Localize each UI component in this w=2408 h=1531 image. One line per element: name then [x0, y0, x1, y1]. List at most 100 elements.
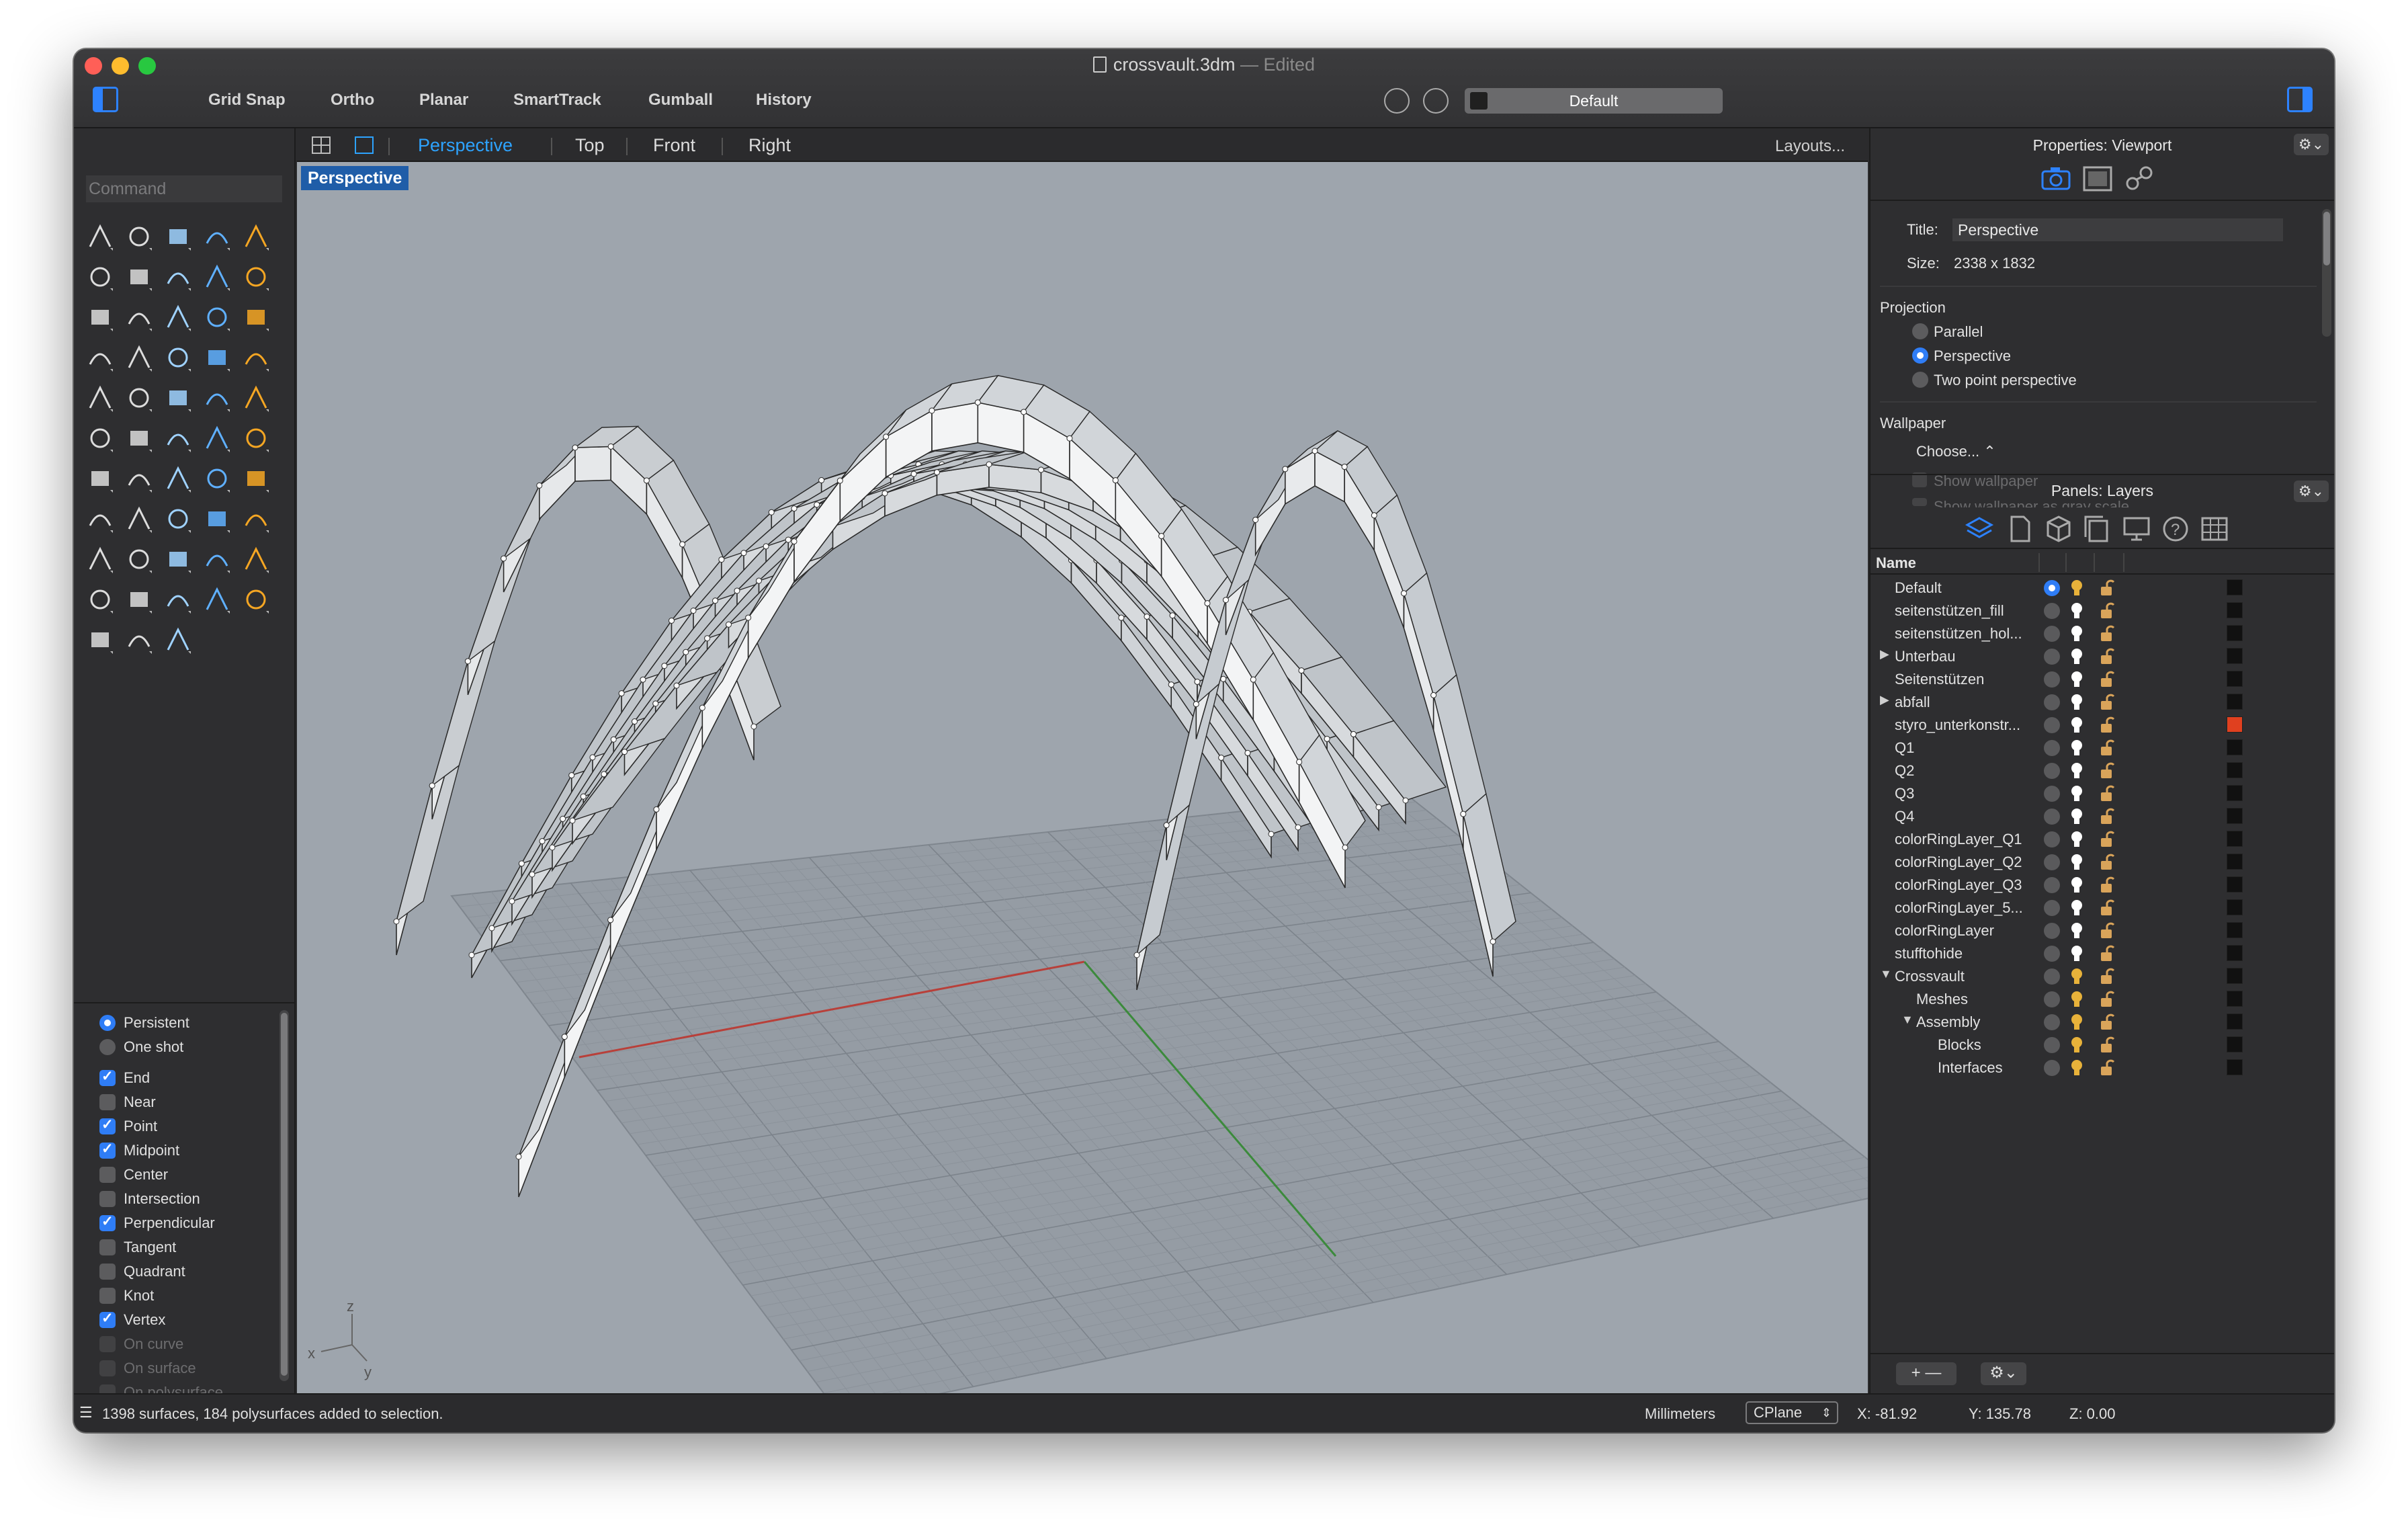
ellipse-icon[interactable] [83, 260, 117, 294]
planar-button[interactable]: Planar [419, 91, 468, 110]
render-icon[interactable] [83, 502, 117, 536]
current-layer-radio[interactable] [2044, 1014, 2060, 1030]
vertex-point[interactable] [929, 407, 935, 414]
layer-name[interactable]: colorRingLayer [1895, 922, 1994, 940]
annotate-icon[interactable] [161, 462, 195, 495]
vertex-point[interactable] [429, 782, 435, 789]
command-input[interactable] [86, 175, 282, 202]
layer-visibility-bulb-icon[interactable] [2069, 830, 2084, 849]
osnap-mode-radio[interactable] [99, 1015, 116, 1031]
car-icon[interactable] [122, 542, 156, 576]
layer-color-swatch[interactable] [2227, 625, 2243, 641]
layer-lock-icon[interactable] [2099, 761, 2115, 780]
layer-name[interactable]: Crossvault [1895, 968, 1965, 985]
layer-row[interactable]: colorRingLayer_Q3 [1870, 873, 2334, 896]
current-layer-radio[interactable] [2044, 1037, 2060, 1053]
grid-snap-button[interactable]: Grid Snap [208, 91, 286, 110]
layer-name[interactable]: Default [1895, 579, 1942, 597]
layers-icon[interactable] [1965, 514, 1994, 544]
layer-visibility-bulb-icon[interactable] [2069, 602, 2084, 620]
layer-name[interactable]: colorRingLayer_Q2 [1895, 854, 2022, 871]
vertex-point[interactable] [1066, 435, 1073, 442]
document-icon[interactable] [2005, 514, 2034, 544]
layer-lock-icon[interactable] [2099, 853, 2115, 872]
current-layer-radio[interactable] [2044, 968, 2060, 985]
osnap-item-7[interactable]: Tangent [99, 1237, 176, 1257]
osnap-item-12[interactable]: On surface [99, 1358, 196, 1378]
four-viewports-icon[interactable] [312, 136, 331, 154]
layer-lock-icon[interactable] [2099, 693, 2115, 712]
circle-icon[interactable] [239, 220, 273, 253]
curve-icon[interactable] [200, 220, 234, 253]
vertex-point[interactable] [589, 754, 596, 761]
osnap-scrollbar[interactable] [280, 1010, 289, 1381]
vertex-point[interactable] [669, 617, 675, 624]
osnap-checkbox[interactable] [99, 1167, 116, 1183]
current-layer-radio[interactable] [2044, 626, 2060, 642]
osnap-item-1[interactable]: Near [99, 1092, 156, 1112]
vertex-point[interactable] [1296, 759, 1303, 766]
current-layer-radio[interactable] [2044, 900, 2060, 916]
current-layer-radio[interactable] [2044, 831, 2060, 847]
vertex-point[interactable] [1401, 590, 1407, 597]
current-layer-radio[interactable] [2044, 603, 2060, 619]
extend-icon[interactable] [239, 341, 273, 374]
ungroup-icon[interactable] [122, 381, 156, 415]
vertex-point[interactable] [1268, 831, 1275, 837]
layer-row[interactable]: ▶ Unterbau [1870, 645, 2334, 667]
vertex-point[interactable] [607, 917, 614, 923]
move-icon[interactable] [83, 421, 117, 455]
vertex-point[interactable] [1430, 692, 1437, 698]
current-layer-radio[interactable] [2044, 809, 2060, 825]
projection-parallel-radio[interactable] [1912, 323, 1928, 339]
vertex-point[interactable] [618, 690, 625, 697]
vertex-point[interactable] [690, 608, 697, 614]
vertex-point[interactable] [791, 505, 798, 512]
tab-front[interactable]: Front [653, 135, 695, 156]
vertex-point[interactable] [1375, 804, 1382, 811]
osnap-checkbox[interactable] [99, 1288, 116, 1304]
gumball-icon[interactable] [161, 623, 195, 657]
layer-color-swatch[interactable] [2227, 968, 2243, 984]
osnap-mode-radio[interactable] [99, 1039, 116, 1055]
layer-color-swatch[interactable] [2227, 876, 2243, 893]
current-layer-radio[interactable] [2044, 694, 2060, 710]
edit-icon[interactable] [161, 421, 195, 455]
layer-visibility-bulb-icon[interactable] [2069, 693, 2084, 712]
mirror-icon[interactable] [200, 421, 234, 455]
current-layer-radio[interactable] [2044, 763, 2060, 779]
layer-name[interactable]: Unterbau [1895, 648, 1956, 665]
single-viewport-icon[interactable] [355, 136, 374, 154]
toggle-right-sidebar-icon[interactable] [2287, 87, 2313, 112]
vertex-point[interactable] [1118, 614, 1125, 621]
select-arrow-icon[interactable] [83, 220, 117, 253]
vertex-point[interactable] [740, 550, 747, 556]
gumball-button[interactable]: Gumball [648, 91, 713, 110]
vertex-point[interactable] [1250, 676, 1256, 683]
layout-icon[interactable] [2083, 514, 2112, 544]
vertex-point[interactable] [515, 1153, 522, 1160]
vertex-point[interactable] [518, 860, 525, 867]
vertex-point[interactable] [1021, 409, 1027, 415]
vertex-point[interactable] [1193, 701, 1199, 708]
layer-visibility-bulb-icon[interactable] [2069, 876, 2084, 895]
vertex-point[interactable] [1218, 754, 1225, 761]
osnap-mode-0[interactable]: Persistent [99, 1013, 189, 1033]
ground-icon[interactable] [239, 583, 273, 616]
plane-icon[interactable] [83, 341, 117, 374]
lock-icon[interactable] [83, 583, 117, 616]
tab-right[interactable]: Right [748, 135, 791, 156]
vertex-point[interactable] [529, 871, 535, 878]
osnap-item-9[interactable]: Knot [99, 1286, 154, 1306]
vertex-point[interactable] [836, 477, 843, 484]
vertex-point[interactable] [1204, 600, 1211, 607]
vertex-point[interactable] [1252, 516, 1259, 523]
vertex-point[interactable] [1038, 466, 1044, 473]
name-column-header[interactable]: Name [1876, 554, 1916, 572]
current-layer-radio[interactable] [2044, 580, 2060, 596]
viewport-title-label[interactable]: Perspective [301, 166, 409, 190]
layer-visibility-bulb-icon[interactable] [2069, 761, 2084, 780]
layer-row[interactable]: seitenstützen_fill [1870, 599, 2334, 622]
layer-visibility-bulb-icon[interactable] [2069, 784, 2084, 803]
zoom-extents-icon[interactable] [200, 502, 234, 536]
